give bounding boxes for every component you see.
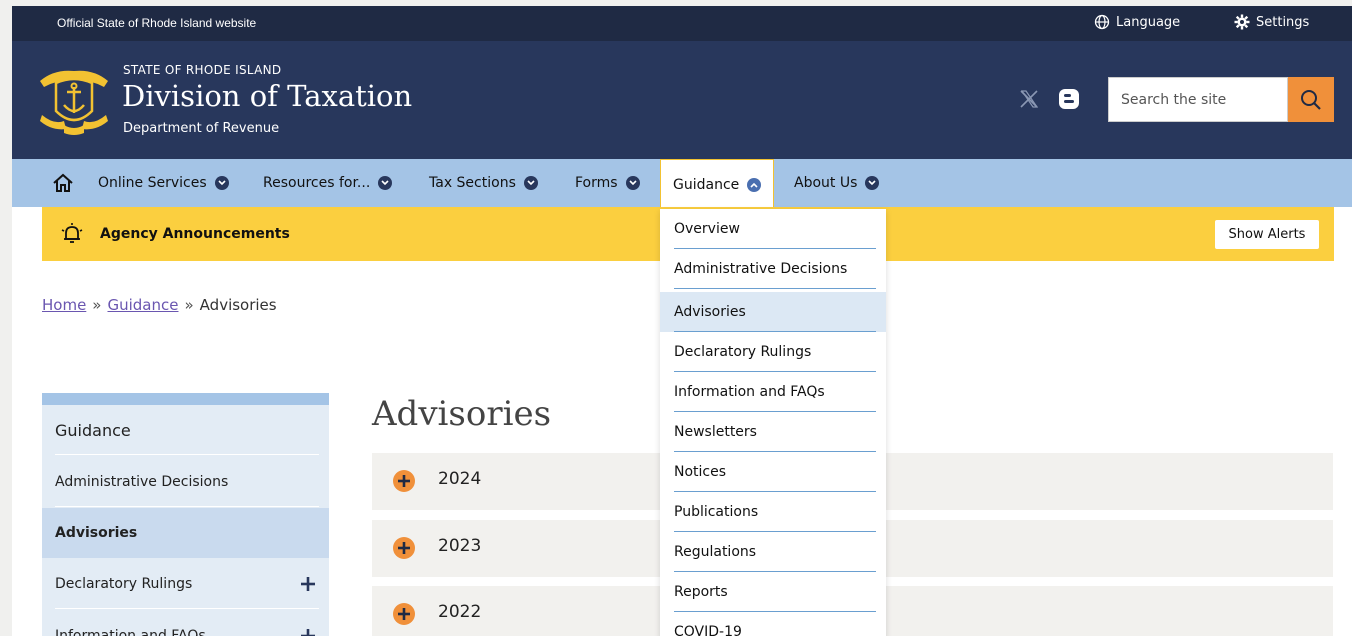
settings-button[interactable]: Settings xyxy=(1234,14,1309,30)
dropdown-item-label: Publications xyxy=(674,504,759,520)
dropdown-item-publications[interactable]: Publications xyxy=(660,492,886,532)
accordion-year: 2022 xyxy=(438,602,482,622)
nav-guidance[interactable]: Guidance xyxy=(660,159,775,209)
main-nav: Online Services Resources for... Tax Sec… xyxy=(12,159,1352,209)
page: Official State of Rhode Island website L… xyxy=(12,6,1352,636)
breadcrumb-separator: » xyxy=(92,296,102,314)
expand-plus-icon xyxy=(393,603,415,625)
dropdown-item-label: Administrative Decisions xyxy=(674,261,848,277)
chevron-up-icon xyxy=(747,177,762,192)
dropdown-item-label: Newsletters xyxy=(674,424,757,440)
nav-label: Forms xyxy=(575,175,618,191)
nav-online-services[interactable]: Online Services xyxy=(98,159,229,207)
chevron-down-icon xyxy=(865,176,880,190)
state-name: STATE OF RHODE ISLAND xyxy=(123,63,282,77)
guidance-dropdown-menu: Overview Administrative Decisions Adviso… xyxy=(660,209,886,636)
divider xyxy=(55,454,319,455)
divider xyxy=(55,608,319,609)
nav-label: Online Services xyxy=(98,175,207,191)
dropdown-item-covid-19[interactable]: COVID-19 xyxy=(660,612,886,636)
dropdown-item-label: Overview xyxy=(674,221,740,237)
site-header: STATE OF RHODE ISLAND Division of Taxati… xyxy=(12,41,1352,159)
divider xyxy=(55,506,319,507)
announcements-label: Agency Announcements xyxy=(100,226,290,242)
dropdown-item-label: Advisories xyxy=(674,304,746,320)
dropdown-item-notices[interactable]: Notices xyxy=(660,452,886,492)
search-input[interactable] xyxy=(1109,78,1287,121)
search-field[interactable] xyxy=(1108,77,1288,122)
nav-tax-sections[interactable]: Tax Sections xyxy=(429,159,538,207)
sidebar-item-label: Declaratory Rulings xyxy=(55,576,193,592)
dropdown-item-label: Declaratory Rulings xyxy=(674,344,812,360)
site-title[interactable]: Division of Taxation xyxy=(122,79,412,113)
x-twitter-icon[interactable] xyxy=(1018,88,1040,110)
nav-label: About Us xyxy=(794,175,858,191)
sidebar-item-label: Guidance xyxy=(55,420,131,440)
sidebar-item-label: Administrative Decisions xyxy=(55,474,229,490)
dropdown-item-label: Regulations xyxy=(674,544,757,560)
breadcrumb-guidance-link[interactable]: Guidance xyxy=(107,296,178,314)
dropdown-item-label: COVID-19 xyxy=(674,624,742,636)
dropdown-item-reports[interactable]: Reports xyxy=(660,572,886,612)
blogger-icon[interactable] xyxy=(1058,88,1080,110)
dropdown-item-declaratory-rulings[interactable]: Declaratory Rulings xyxy=(660,332,886,372)
nav-resources-for[interactable]: Resources for... xyxy=(263,159,393,207)
dropdown-item-administrative-decisions[interactable]: Administrative Decisions xyxy=(660,249,886,289)
sidebar-item-guidance[interactable]: Guidance xyxy=(42,405,329,455)
breadcrumb: Home » Guidance » Advisories xyxy=(42,296,277,314)
nav-label: Guidance xyxy=(673,176,740,193)
department-name: Department of Revenue xyxy=(123,121,280,136)
chevron-down-icon xyxy=(625,176,640,190)
settings-label: Settings xyxy=(1256,14,1310,30)
dropdown-item-newsletters[interactable]: Newsletters xyxy=(660,412,886,452)
chevron-down-icon xyxy=(214,176,229,190)
language-label: Language xyxy=(1116,14,1181,30)
sidebar-item-advisories[interactable]: Advisories xyxy=(42,508,329,558)
dropdown-item-information-faqs[interactable]: Information and FAQs xyxy=(660,372,886,412)
sidebar-item-label: Information and FAQs xyxy=(55,628,206,636)
dropdown-item-label: Information and FAQs xyxy=(674,384,825,400)
nav-about-us[interactable]: About Us xyxy=(794,159,880,207)
accordion-year: 2023 xyxy=(438,536,482,556)
sidebar-item-administrative-decisions[interactable]: Administrative Decisions xyxy=(42,457,329,507)
dropdown-item-label: Reports xyxy=(674,584,728,600)
globe-icon xyxy=(1094,14,1110,30)
nav-label: Resources for... xyxy=(263,175,371,191)
official-site-text: Official State of Rhode Island website xyxy=(57,16,257,30)
sidebar-item-declaratory-rulings[interactable]: Declaratory Rulings xyxy=(42,559,329,609)
expand-plus-icon xyxy=(393,470,415,492)
dropdown-item-advisories[interactable]: Advisories xyxy=(660,292,886,332)
breadcrumb-home-link[interactable]: Home xyxy=(42,296,86,314)
nav-label: Tax Sections xyxy=(429,175,516,191)
nav-forms[interactable]: Forms xyxy=(575,159,640,207)
gear-icon xyxy=(1234,14,1250,30)
search-icon xyxy=(1301,89,1321,110)
dropdown-item-regulations[interactable]: Regulations xyxy=(660,532,886,572)
accordion-year: 2024 xyxy=(438,469,482,489)
chevron-down-icon xyxy=(378,176,393,190)
bell-alert-icon xyxy=(61,223,83,243)
home-icon[interactable] xyxy=(52,172,74,194)
sidebar-item-information-faqs[interactable]: Information and FAQs xyxy=(42,611,329,636)
breadcrumb-current: Advisories xyxy=(199,296,277,314)
search-button[interactable] xyxy=(1288,77,1334,122)
expand-plus-icon[interactable] xyxy=(300,628,316,636)
utility-bar: Official State of Rhode Island website L… xyxy=(12,6,1352,41)
language-button[interactable]: Language xyxy=(1094,14,1180,30)
breadcrumb-separator: » xyxy=(184,296,194,314)
page-title: Advisories xyxy=(372,394,552,434)
expand-plus-icon[interactable] xyxy=(300,576,316,592)
dropdown-item-overview[interactable]: Overview xyxy=(660,209,886,249)
dropdown-item-label: Notices xyxy=(674,464,727,480)
expand-plus-icon xyxy=(393,537,415,559)
chevron-down-icon xyxy=(523,176,538,190)
divider xyxy=(674,288,876,289)
state-seal-logo[interactable] xyxy=(34,59,114,139)
show-alerts-button[interactable]: Show Alerts xyxy=(1215,220,1319,249)
sidebar-item-label: Advisories xyxy=(55,525,138,541)
sidebar-nav: Guidance Administrative Decisions Adviso… xyxy=(42,393,329,636)
sidebar-top-border xyxy=(42,393,329,405)
